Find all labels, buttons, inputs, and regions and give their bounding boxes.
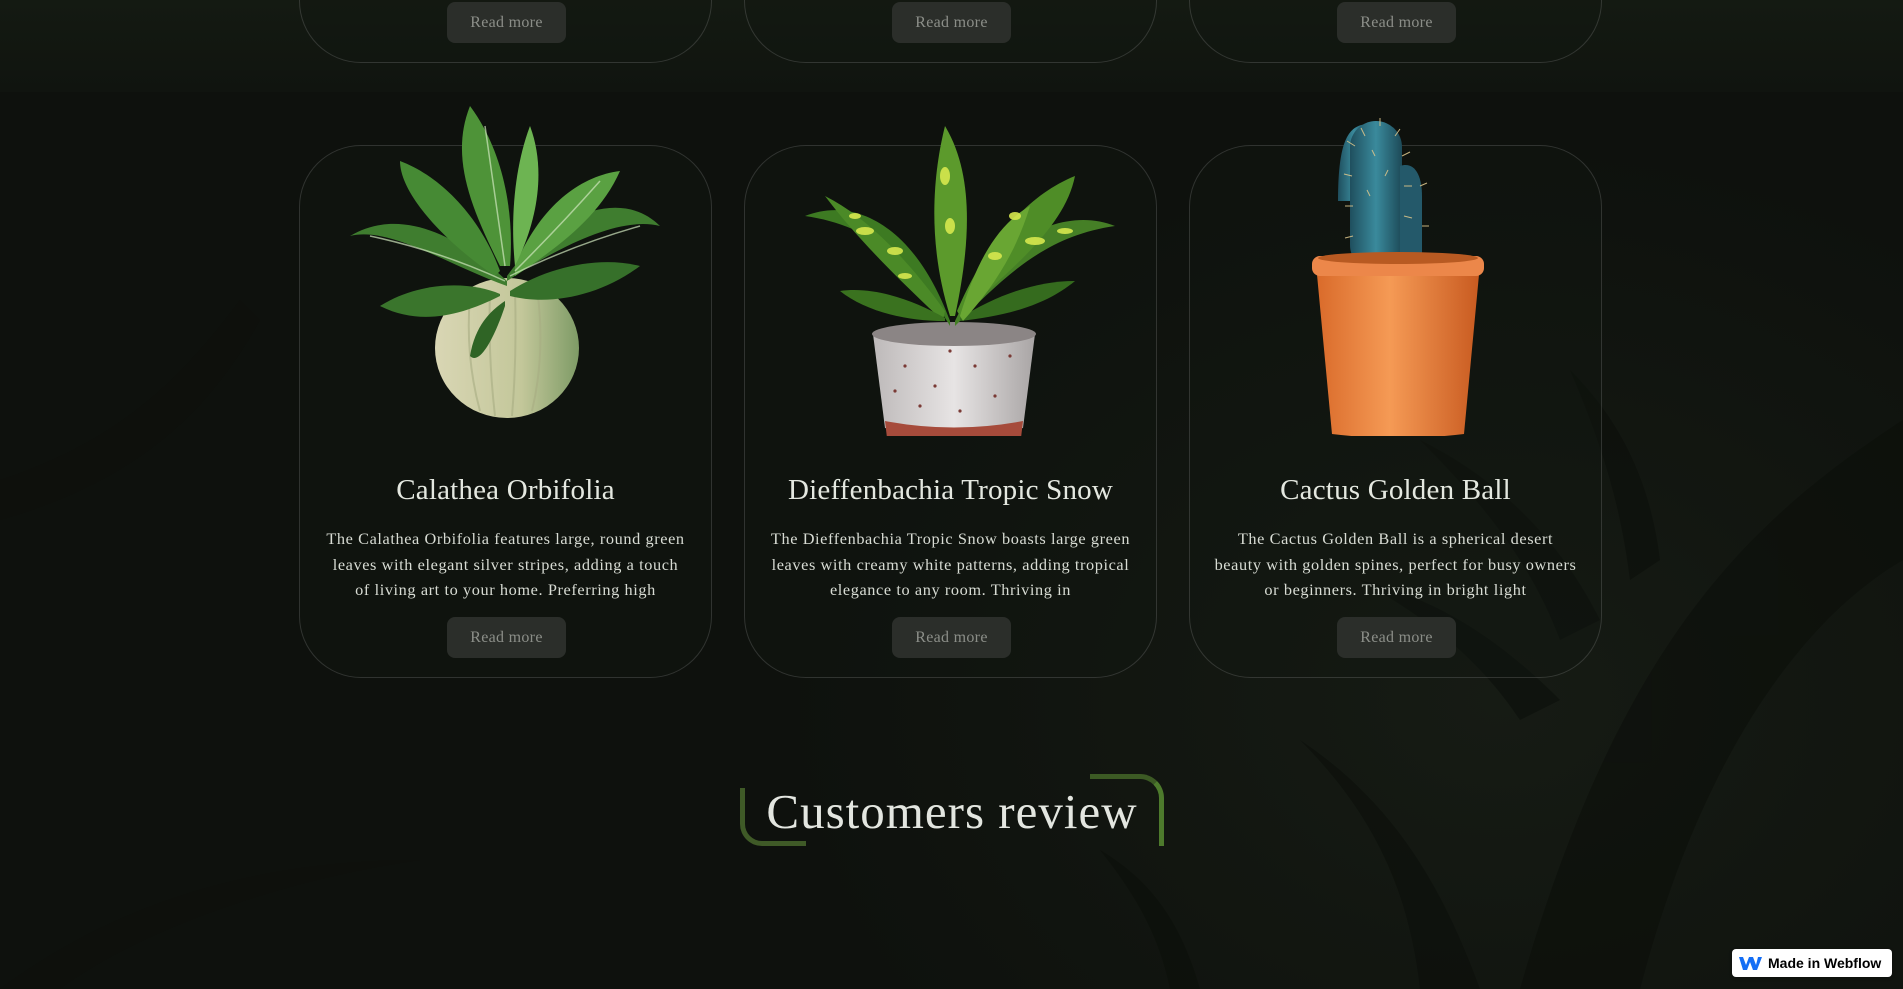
product-card-top-3: Read more <box>1189 0 1602 63</box>
read-more-button[interactable]: Read more <box>447 2 566 43</box>
read-more-button[interactable]: Read more <box>892 617 1011 658</box>
product-card-dieffenbachia: Dieffenbachia Tropic Snow The Dieffenbac… <box>744 126 1157 678</box>
section-title: Customers review <box>766 784 1138 839</box>
product-description: The Calathea Orbifolia features large, r… <box>326 529 685 600</box>
product-card-calathea: Calathea Orbifolia The Calathea Orbifoli… <box>299 106 712 678</box>
dieffenbachia-plant-image <box>805 126 1115 436</box>
badge-label: Made in Webflow <box>1768 955 1882 971</box>
made-in-webflow-badge[interactable]: Made in Webflow <box>1732 949 1892 977</box>
read-more-button[interactable]: Read more <box>892 2 1011 43</box>
product-name: Calathea Orbifolia <box>396 474 615 506</box>
product-name: Dieffenbachia Tropic Snow <box>787 474 1114 506</box>
read-more-button[interactable]: Read more <box>447 617 566 658</box>
read-more-button[interactable]: Read more <box>1337 617 1456 658</box>
product-name: Cactus Golden Ball <box>1280 474 1511 506</box>
section-heading-frame: Customers review <box>740 774 1164 854</box>
product-card-cactus: Cactus Golden Ball The Cactus Golden Bal… <box>1189 118 1602 678</box>
product-description: The Cactus Golden Ball is a spherical de… <box>1214 529 1577 600</box>
calathea-plant-image <box>350 106 660 418</box>
page: Read more Read more Read more Calathea O… <box>0 0 1903 989</box>
product-description: The Dieffenbachia Tropic Snow boasts lar… <box>770 529 1131 600</box>
product-card-top-1: Read more <box>299 0 712 63</box>
cactus-plant-image <box>1312 118 1484 436</box>
product-card-top-2: Read more <box>744 0 1157 63</box>
read-more-button[interactable]: Read more <box>1337 2 1456 43</box>
webflow-logo-icon <box>1739 957 1762 970</box>
